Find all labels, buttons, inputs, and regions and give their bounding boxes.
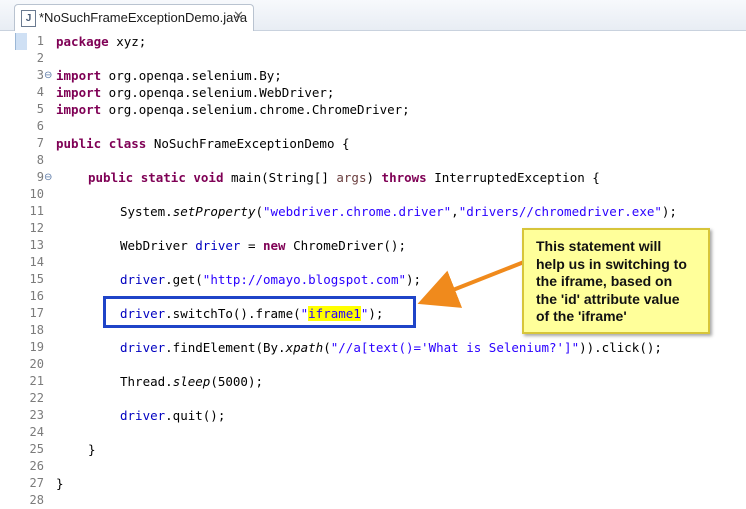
note-line: the iframe, based on [536, 273, 673, 289]
note-line: This statement will [536, 238, 662, 254]
note-line: the 'id' attribute value [536, 290, 680, 307]
note-line: of the 'iframe' [536, 308, 627, 324]
note-line: help us in switching to [536, 255, 687, 272]
annotation-note: This statement will help us in switching… [522, 228, 710, 334]
